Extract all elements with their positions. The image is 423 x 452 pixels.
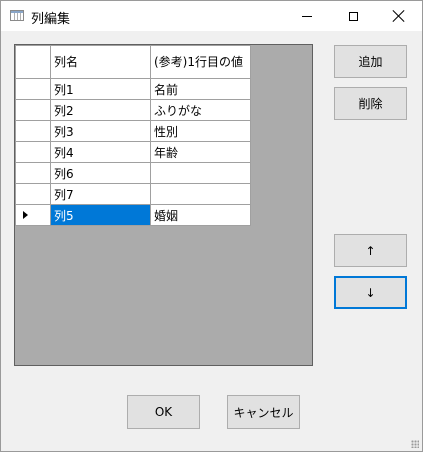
cell-first-value[interactable]: 年齢: [150, 141, 251, 163]
corner-header[interactable]: [15, 45, 51, 79]
row-header[interactable]: [15, 183, 51, 205]
minimize-icon: [302, 15, 312, 17]
close-icon: [393, 10, 405, 22]
title-bar[interactable]: 列編集: [1, 1, 422, 31]
table-row-selected[interactable]: 列5 婚姻: [15, 204, 251, 226]
row-header[interactable]: [15, 162, 51, 184]
cell-first-value[interactable]: 婚姻: [150, 204, 251, 226]
table-row[interactable]: 列7: [15, 183, 251, 205]
maximize-icon: [348, 11, 358, 21]
app-window-icon: [10, 10, 24, 21]
cell-column-name[interactable]: 列1: [50, 78, 151, 100]
cell-first-value[interactable]: 名前: [150, 78, 251, 100]
row-header[interactable]: [15, 141, 51, 163]
cell-column-name[interactable]: 列5: [50, 204, 151, 226]
row-header[interactable]: [15, 120, 51, 142]
maximize-button[interactable]: [330, 1, 376, 31]
row-header[interactable]: [15, 78, 51, 100]
column-edit-dialog: 列編集 列名 (参考)1行目の値 列1 名前 列2 ふりがな 列3 性別 列4 …: [0, 0, 423, 452]
cell-column-name[interactable]: 列7: [50, 183, 151, 205]
cell-first-value[interactable]: 性別: [150, 120, 251, 142]
add-button[interactable]: 追加: [334, 45, 407, 78]
window-title: 列編集: [31, 12, 71, 27]
cell-first-value[interactable]: [150, 183, 251, 205]
cell-column-name[interactable]: 列4: [50, 141, 151, 163]
column-table: 列名 (参考)1行目の値 列1 名前 列2 ふりがな 列3 性別 列4 年齢 列…: [15, 45, 251, 226]
row-header[interactable]: [15, 99, 51, 121]
cell-column-name[interactable]: 列6: [50, 162, 151, 184]
row-header-current[interactable]: [15, 204, 51, 226]
cancel-button[interactable]: キャンセル: [227, 395, 300, 429]
cell-first-value[interactable]: [150, 162, 251, 184]
delete-button[interactable]: 削除: [334, 87, 407, 120]
minimize-button[interactable]: [284, 1, 330, 31]
resize-grip-icon[interactable]: [411, 440, 419, 448]
table-row[interactable]: 列6: [15, 162, 251, 184]
cell-column-name[interactable]: 列3: [50, 120, 151, 142]
column-header-value[interactable]: (参考)1行目の値: [150, 45, 251, 79]
cell-column-name[interactable]: 列2: [50, 99, 151, 121]
ok-button[interactable]: OK: [127, 395, 200, 429]
table-row[interactable]: 列2 ふりがな: [15, 99, 251, 121]
table-row[interactable]: 列3 性別: [15, 120, 251, 142]
table-row[interactable]: 列4 年齢: [15, 141, 251, 163]
table-row[interactable]: 列1 名前: [15, 78, 251, 100]
cell-first-value[interactable]: ふりがな: [150, 99, 251, 121]
move-down-button[interactable]: ↓: [334, 276, 407, 309]
row-pointer-arrow-icon: [23, 211, 28, 219]
close-button[interactable]: [376, 1, 422, 31]
column-grid[interactable]: 列名 (参考)1行目の値 列1 名前 列2 ふりがな 列3 性別 列4 年齢 列…: [14, 44, 313, 366]
header-row: 列名 (参考)1行目の値: [15, 45, 251, 79]
column-header-name[interactable]: 列名: [50, 45, 151, 79]
move-up-button[interactable]: ↑: [334, 234, 407, 267]
